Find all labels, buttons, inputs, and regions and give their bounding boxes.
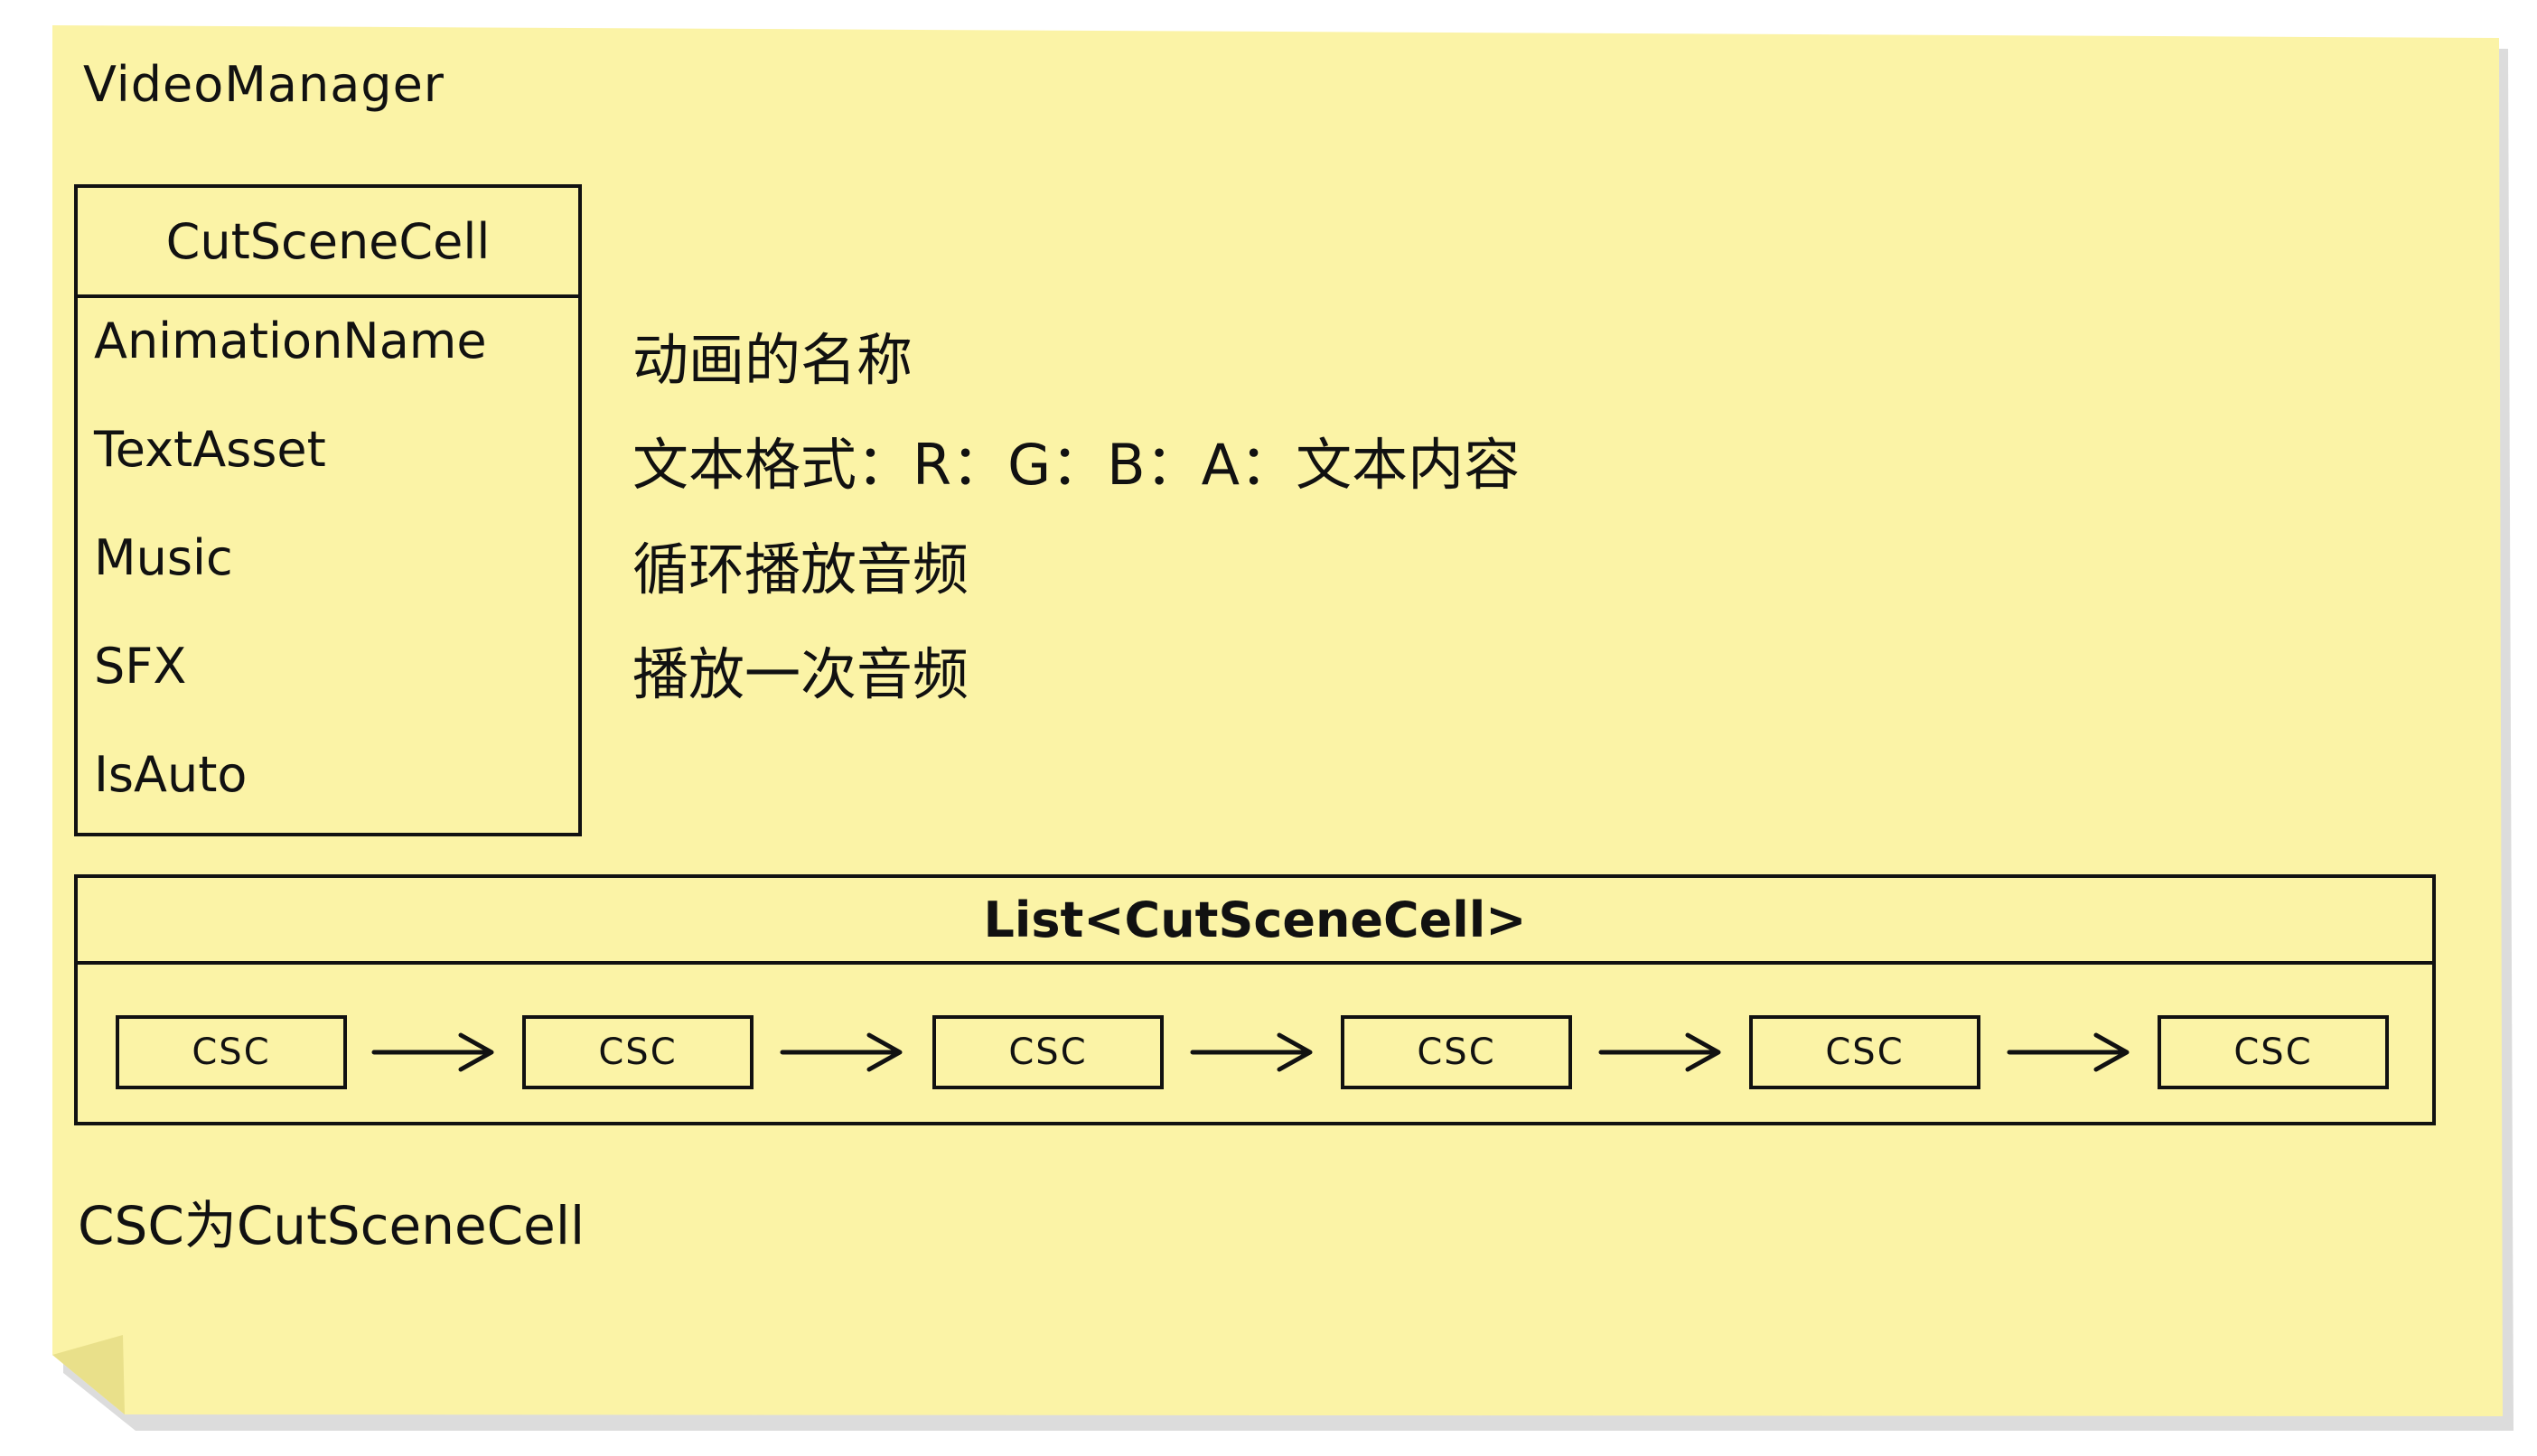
arrow-right-icon [1598, 1032, 1721, 1072]
footnote: CSC为CutSceneCell [78, 1195, 585, 1256]
field-is-auto: IsAuto [94, 746, 248, 803]
desc-sfx: 播放一次音频 [632, 641, 969, 707]
desc-text-asset: 文本格式：R：G：B：A：文本内容 [632, 432, 1521, 498]
arrow-right-icon [371, 1032, 494, 1072]
field-animation-name: AnimationName [94, 313, 487, 369]
field-sfx: SFX [94, 638, 187, 695]
csc-node: CSC [116, 1015, 347, 1089]
csc-node: CSC [932, 1015, 1164, 1089]
csc-node: CSC [1749, 1015, 1980, 1089]
class-name: CutSceneCell [78, 188, 578, 298]
csc-node: CSC [2158, 1015, 2389, 1089]
field-text-asset: TextAsset [94, 421, 326, 478]
cutscenecell-class-box: CutSceneCell [74, 184, 582, 836]
sticky-note: VideoManager CutSceneCell AnimationName … [0, 0, 2537, 1456]
list-title: List<CutSceneCell> [78, 878, 2432, 965]
desc-music: 循环播放音频 [632, 537, 969, 602]
cutscenecell-list-box: List<CutSceneCell> [74, 874, 2436, 1125]
desc-animation-name: 动画的名称 [632, 327, 913, 393]
csc-node: CSC [522, 1015, 754, 1089]
csc-node: CSC [1341, 1015, 1572, 1089]
arrow-right-icon [2007, 1032, 2130, 1072]
arrow-right-icon [780, 1032, 903, 1072]
field-music: Music [94, 529, 233, 586]
arrow-right-icon [1190, 1032, 1313, 1072]
diagram-title: VideoManager [83, 56, 445, 113]
